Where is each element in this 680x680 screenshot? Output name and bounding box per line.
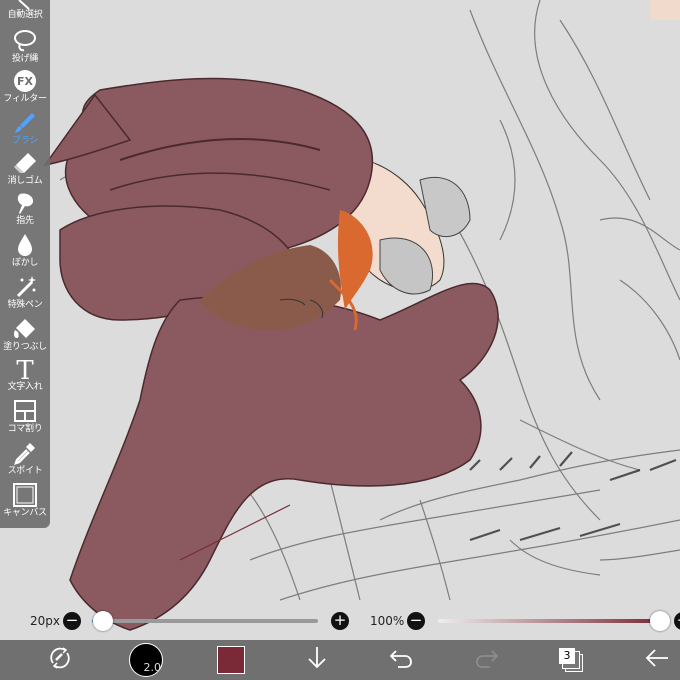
minus-icon: −	[409, 611, 423, 629]
brush-icon	[0, 110, 50, 136]
fx-icon: FX	[0, 68, 50, 94]
undo-button[interactable]	[384, 640, 418, 680]
plus-icon: +	[333, 611, 347, 629]
magic-wand-icon	[0, 0, 50, 10]
tool-label: 指先	[16, 216, 34, 226]
text-tool-icon: T	[0, 356, 50, 382]
opacity-value: 100%	[370, 614, 405, 628]
layer-count: 3	[559, 648, 575, 664]
tool-label: キャンバス	[3, 508, 47, 518]
tool-label: 塗りつぶし	[3, 342, 47, 352]
canvas-icon	[0, 482, 50, 508]
tool-brush[interactable]: ブラシ	[0, 110, 50, 146]
layers-icon: 3	[559, 648, 583, 672]
rotate-tools-icon	[47, 645, 73, 675]
tool-panel-divide[interactable]: コマ割り	[0, 398, 50, 434]
tool-label: 消しゴム	[7, 176, 43, 186]
redo-icon	[474, 647, 500, 673]
redo-button[interactable]	[470, 640, 504, 680]
quick-tools-button[interactable]	[40, 640, 80, 680]
tool-label: 文字入れ	[7, 382, 43, 392]
undo-icon	[388, 647, 414, 673]
tool-eyedropper[interactable]: スポイト	[0, 440, 50, 476]
opacity-decrease-button[interactable]: −	[407, 612, 425, 630]
tool-label: コマ割り	[7, 424, 43, 434]
drawing-canvas[interactable]	[0, 0, 680, 680]
bottom-toolbar: 2.0 3	[0, 640, 680, 680]
layers-button[interactable]: 3	[554, 640, 588, 680]
tool-palette: 自動選択 投げ縄 FX フィルター ブラシ 消しゴム 指先 ぼかし 特殊ペン 塗…	[0, 0, 50, 528]
brush-size-increase-button[interactable]: +	[331, 612, 349, 630]
tool-label: ぼかし	[11, 258, 39, 268]
svg-text:T: T	[16, 356, 34, 382]
tool-filter[interactable]: FX フィルター	[0, 68, 50, 104]
tool-special-pen[interactable]: 特殊ペン	[0, 274, 50, 310]
tool-label: 特殊ペン	[7, 300, 43, 310]
tool-lasso[interactable]: 投げ縄	[0, 28, 50, 64]
tool-label: 自動選択	[7, 10, 43, 20]
minus-icon: −	[65, 611, 79, 629]
opacity-increase-button[interactable]: +	[674, 612, 680, 630]
tool-auto-select[interactable]: 自動選択	[0, 0, 50, 20]
arrow-left-icon	[644, 647, 670, 673]
finger-smudge-icon	[0, 190, 50, 216]
bucket-fill-icon	[0, 316, 50, 342]
tool-fill[interactable]: 塗りつぶし	[0, 316, 50, 352]
brush-circle: 2.0	[129, 643, 163, 677]
blur-drop-icon	[0, 232, 50, 258]
move-down-button[interactable]	[300, 640, 334, 680]
tool-finger[interactable]: 指先	[0, 190, 50, 226]
tool-label: スポイト	[7, 466, 43, 476]
opacity-slider-thumb[interactable]	[650, 611, 670, 631]
special-pen-icon	[0, 274, 50, 300]
eyedropper-icon	[0, 440, 50, 466]
panel-divide-icon	[0, 398, 50, 424]
tool-text[interactable]: T 文字入れ	[0, 356, 50, 392]
color-picker-button[interactable]	[214, 640, 248, 680]
brush-size-value: 20px	[30, 614, 60, 628]
brush-size-slider-thumb[interactable]	[93, 611, 114, 631]
svg-text:FX: FX	[17, 75, 34, 88]
brush-size-decrease-button[interactable]: −	[63, 612, 81, 630]
back-button[interactable]	[640, 640, 674, 680]
brush-size-badge: 2.0	[143, 661, 162, 674]
tool-label: 投げ縄	[11, 54, 39, 64]
brush-size-slider[interactable]	[92, 619, 318, 623]
arrow-down-icon	[306, 645, 328, 675]
tool-blur[interactable]: ぼかし	[0, 232, 50, 268]
eraser-icon	[0, 150, 50, 176]
brush-size-indicator[interactable]: 2.0	[128, 640, 164, 680]
lasso-icon	[0, 28, 50, 54]
tool-label: フィルター	[3, 94, 47, 104]
tool-canvas[interactable]: キャンバス	[0, 482, 50, 518]
tool-eraser[interactable]: 消しゴム	[0, 150, 50, 186]
opacity-slider[interactable]	[438, 619, 660, 623]
slider-bar: 20px − + 100% − +	[0, 604, 680, 638]
tool-label: ブラシ	[12, 136, 38, 146]
current-color-swatch	[217, 646, 245, 674]
